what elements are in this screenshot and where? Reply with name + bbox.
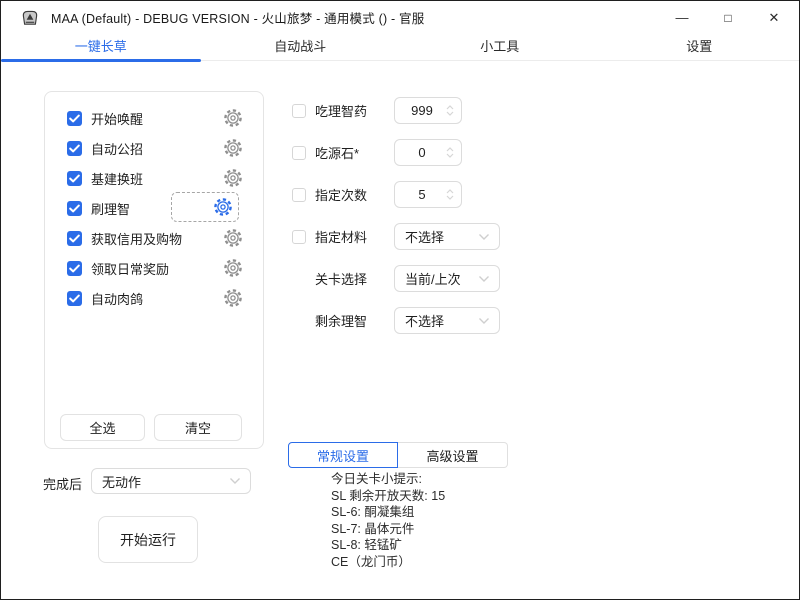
medicine-label: 吃理智药 bbox=[315, 101, 367, 120]
tips-line: SL 剩余开放天数: 15 bbox=[331, 488, 445, 505]
checkbox-fight[interactable] bbox=[67, 201, 82, 216]
spinner-arrows-icon[interactable] bbox=[446, 105, 454, 116]
checkbox-wakeup[interactable] bbox=[67, 111, 82, 126]
task-label: 获取信用及购物 bbox=[91, 229, 223, 248]
maximize-button[interactable]: □ bbox=[705, 1, 751, 34]
tab-general-settings[interactable]: 常规设置 bbox=[288, 442, 398, 468]
tips-line: SL-7: 晶体元件 bbox=[331, 521, 445, 538]
chevron-down-icon bbox=[478, 233, 490, 241]
start-run-button[interactable]: 开始运行 bbox=[98, 516, 198, 563]
tips-line: 今日关卡小提示: bbox=[331, 471, 445, 488]
task-label: 领取日常奖励 bbox=[91, 259, 223, 278]
tab-settings[interactable]: 设置 bbox=[600, 34, 800, 60]
minimize-button[interactable]: — bbox=[659, 1, 705, 34]
tab-farming[interactable]: 一键长草 bbox=[1, 34, 201, 60]
gear-focus-outline bbox=[171, 192, 239, 222]
settings-subtabs: 常规设置 高级设置 bbox=[288, 442, 508, 468]
checkbox-base[interactable] bbox=[67, 171, 82, 186]
checkbox-mall[interactable] bbox=[67, 231, 82, 246]
stage-tips: 今日关卡小提示: SL 剩余开放天数: 15 SL-6: 酮凝集组 SL-7: … bbox=[331, 471, 445, 570]
task-label: 自动公招 bbox=[91, 139, 223, 158]
task-row-roguelike: 自动肉鸽 bbox=[67, 284, 243, 312]
checkbox-award[interactable] bbox=[67, 261, 82, 276]
gear-icon[interactable] bbox=[213, 197, 233, 217]
gear-icon[interactable] bbox=[223, 108, 243, 128]
clear-button[interactable]: 清空 bbox=[154, 414, 242, 441]
task-label: 开始唤醒 bbox=[91, 109, 223, 128]
tips-line: CE（龙门币） bbox=[331, 554, 445, 571]
task-row-wakeup: 开始唤醒 bbox=[67, 104, 243, 132]
material-row: 指定材料 不选择 bbox=[292, 223, 507, 250]
select-all-button[interactable]: 全选 bbox=[60, 414, 145, 441]
gear-icon[interactable] bbox=[223, 168, 243, 188]
tab-toolbox[interactable]: 小工具 bbox=[400, 34, 600, 60]
gear-icon[interactable] bbox=[223, 228, 243, 248]
material-label: 指定材料 bbox=[315, 227, 367, 246]
checkbox-recruit[interactable] bbox=[67, 141, 82, 156]
main-window: MAA (Default) - DEBUG VERSION - 火山旅梦 - 通… bbox=[0, 0, 800, 600]
times-label: 指定次数 bbox=[315, 185, 367, 204]
close-button[interactable]: ✕ bbox=[751, 1, 797, 34]
gear-icon[interactable] bbox=[223, 138, 243, 158]
spinner-arrows-icon[interactable] bbox=[446, 189, 454, 200]
task-list-panel: 开始唤醒 自动公招 基建换班 刷理智 获取信用及购物 领取 bbox=[44, 91, 264, 449]
window-controls: — □ ✕ bbox=[659, 1, 797, 34]
chevron-down-icon bbox=[478, 275, 490, 283]
medicine-value: 999 bbox=[411, 103, 433, 118]
tips-line: SL-6: 酮凝集组 bbox=[331, 504, 445, 521]
stage-row: 关卡选择 当前/上次 bbox=[292, 265, 507, 292]
nav-tabbar: 一键长草 自动战斗 小工具 设置 bbox=[1, 34, 799, 61]
task-row-mall: 获取信用及购物 bbox=[67, 224, 243, 252]
checkbox-times[interactable] bbox=[292, 188, 306, 202]
app-icon bbox=[21, 9, 39, 27]
stage-value: 当前/上次 bbox=[405, 269, 461, 288]
medicine-row: 吃理智药 999 bbox=[292, 97, 507, 124]
task-row-award: 领取日常奖励 bbox=[67, 254, 243, 282]
stage-label: 关卡选择 bbox=[315, 269, 367, 288]
tips-line: SL-8: 轻锰矿 bbox=[331, 537, 445, 554]
tab-advanced-settings[interactable]: 高级设置 bbox=[398, 442, 508, 468]
window-title: MAA (Default) - DEBUG VERSION - 火山旅梦 - 通… bbox=[51, 8, 424, 27]
chevron-down-icon bbox=[478, 317, 490, 325]
remain-dropdown[interactable]: 不选择 bbox=[394, 307, 500, 334]
gear-icon[interactable] bbox=[223, 258, 243, 278]
chevron-down-icon bbox=[229, 477, 241, 485]
task-label: 基建换班 bbox=[91, 169, 223, 188]
after-finish-label: 完成后 bbox=[43, 474, 82, 493]
task-row-fight: 刷理智 bbox=[67, 194, 243, 222]
stone-label: 吃源石* bbox=[315, 143, 359, 162]
remain-value: 不选择 bbox=[405, 311, 444, 330]
checkbox-stone[interactable] bbox=[292, 146, 306, 160]
after-finish-dropdown[interactable]: 无动作 bbox=[91, 468, 251, 494]
times-spinner[interactable]: 5 bbox=[394, 181, 462, 208]
stage-dropdown[interactable]: 当前/上次 bbox=[394, 265, 500, 292]
remain-label: 剩余理智 bbox=[315, 311, 367, 330]
remain-row: 剩余理智 不选择 bbox=[292, 307, 507, 334]
material-value: 不选择 bbox=[405, 227, 444, 246]
medicine-spinner[interactable]: 999 bbox=[394, 97, 462, 124]
checkbox-roguelike[interactable] bbox=[67, 291, 82, 306]
spinner-arrows-icon[interactable] bbox=[446, 147, 454, 158]
checkbox-medicine[interactable] bbox=[292, 104, 306, 118]
stone-spinner[interactable]: 0 bbox=[394, 139, 462, 166]
times-value: 5 bbox=[418, 187, 425, 202]
task-label: 自动肉鸽 bbox=[91, 289, 223, 308]
tab-copilot[interactable]: 自动战斗 bbox=[201, 34, 401, 60]
times-row: 指定次数 5 bbox=[292, 181, 507, 208]
stone-value: 0 bbox=[418, 145, 425, 160]
after-finish-value: 无动作 bbox=[102, 472, 141, 491]
task-row-base: 基建换班 bbox=[67, 164, 243, 192]
titlebar: MAA (Default) - DEBUG VERSION - 火山旅梦 - 通… bbox=[1, 1, 799, 34]
checkbox-material[interactable] bbox=[292, 230, 306, 244]
stone-row: 吃源石* 0 bbox=[292, 139, 507, 166]
gear-icon[interactable] bbox=[223, 288, 243, 308]
material-dropdown[interactable]: 不选择 bbox=[394, 223, 500, 250]
task-row-recruit: 自动公招 bbox=[67, 134, 243, 162]
